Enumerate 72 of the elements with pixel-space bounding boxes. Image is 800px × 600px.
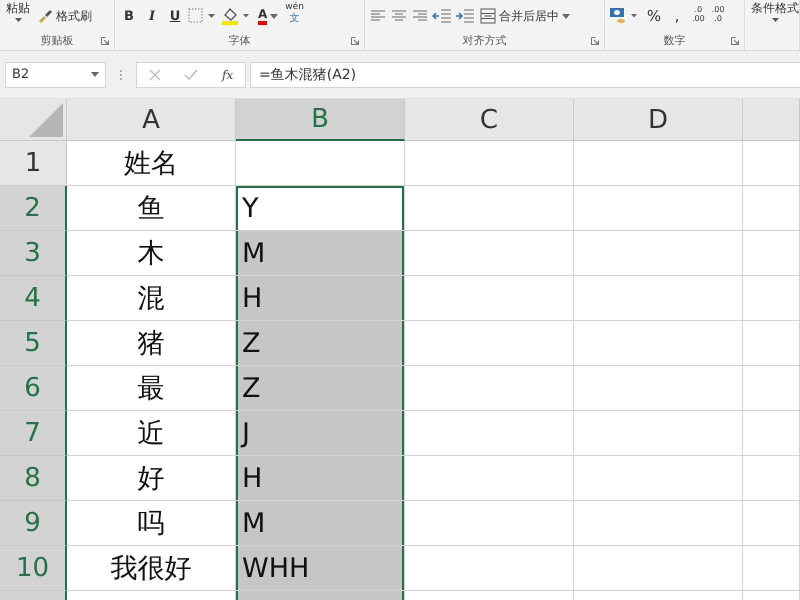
- outdent-icon[interactable]: [432, 8, 452, 24]
- indent-icon[interactable]: [455, 8, 475, 24]
- dialog-launcher-icon[interactable]: [101, 37, 109, 45]
- align-right-icon[interactable]: [411, 9, 429, 23]
- font-color-button[interactable]: A: [256, 5, 280, 27]
- merge-cells-icon: [480, 8, 496, 24]
- row-header[interactable]: 3: [0, 231, 67, 276]
- table-cell: [743, 366, 800, 411]
- table-cell: [743, 276, 800, 321]
- underline-button[interactable]: U: [165, 5, 185, 27]
- row-header[interactable]: 2: [0, 186, 67, 231]
- name-box[interactable]: B2: [5, 62, 106, 88]
- table-cell: WHH: [236, 546, 405, 591]
- row-header[interactable]: 7: [0, 411, 67, 456]
- formula-input[interactable]: =鱼木混猪(A2): [250, 62, 800, 88]
- dialog-launcher-icon[interactable]: [591, 37, 599, 45]
- caret-icon: [14, 18, 22, 22]
- align-left-icon[interactable]: [369, 9, 387, 23]
- column-header[interactable]: B: [236, 99, 405, 141]
- paste-button[interactable]: 粘贴: [4, 0, 32, 30]
- drag-handle-icon[interactable]: [119, 68, 123, 80]
- table-cell: 姓名: [67, 141, 236, 186]
- bold-button[interactable]: B: [119, 5, 139, 27]
- table-cell: [743, 501, 800, 546]
- borders-icon[interactable]: [188, 8, 218, 24]
- caret-icon: [270, 14, 278, 18]
- table-cell: M: [236, 231, 405, 276]
- table-cell: [743, 456, 800, 501]
- table-cell: H: [236, 456, 405, 501]
- percent-style-button[interactable]: %: [644, 5, 664, 27]
- group-label: 字体: [228, 32, 250, 48]
- table-cell: [743, 411, 800, 456]
- table-cell: [743, 141, 800, 186]
- brush-icon: [37, 9, 53, 23]
- italic-button[interactable]: I: [142, 5, 162, 27]
- row-header[interactable]: 6: [0, 366, 67, 411]
- table-cell: [743, 321, 800, 366]
- group-label: 剪贴板: [40, 32, 74, 48]
- format-painter-button[interactable]: 格式刷: [35, 5, 94, 27]
- phonetic-button[interactable]: wén 文: [283, 2, 306, 30]
- row-header[interactable]: 8: [0, 456, 67, 501]
- row-header[interactable]: 10: [0, 546, 67, 591]
- caret-icon: [772, 18, 778, 22]
- row-header[interactable]: 5: [0, 321, 67, 366]
- table-cell: Z: [236, 366, 405, 411]
- table-cell: H: [236, 276, 405, 321]
- insert-function-button[interactable]: fx: [222, 68, 234, 82]
- table-cell: Z: [236, 321, 405, 366]
- merge-center-button[interactable]: 合并后居中: [478, 5, 572, 27]
- table-cell: J: [236, 411, 405, 456]
- column-header[interactable]: A: [67, 99, 236, 141]
- row-header[interactable]: 4: [0, 276, 67, 321]
- conditional-format-button[interactable]: 条件格式: [749, 0, 800, 30]
- row-header[interactable]: 1: [0, 141, 67, 186]
- caret-icon: [562, 14, 570, 18]
- table-cell: [743, 186, 800, 231]
- table-cell: Y: [236, 186, 405, 231]
- group-label: 数字: [664, 32, 686, 48]
- table-cell: [743, 546, 800, 591]
- column-header[interactable]: C: [405, 99, 574, 141]
- dialog-launcher-icon[interactable]: [731, 37, 739, 45]
- table-cell: M: [236, 501, 405, 546]
- increase-decimal-button[interactable]: .0 .00: [690, 5, 707, 27]
- column-header[interactable]: D: [574, 99, 743, 141]
- check-icon[interactable]: [184, 68, 198, 80]
- group-label: 对齐方式: [462, 32, 506, 48]
- decrease-decimal-button[interactable]: .00 .0: [710, 5, 726, 27]
- align-center-icon[interactable]: [390, 9, 408, 23]
- dialog-launcher-icon[interactable]: [351, 37, 359, 45]
- table-cell: [743, 231, 800, 276]
- row-header[interactable]: 9: [0, 501, 67, 546]
- comma-style-button[interactable]: ,: [667, 5, 687, 27]
